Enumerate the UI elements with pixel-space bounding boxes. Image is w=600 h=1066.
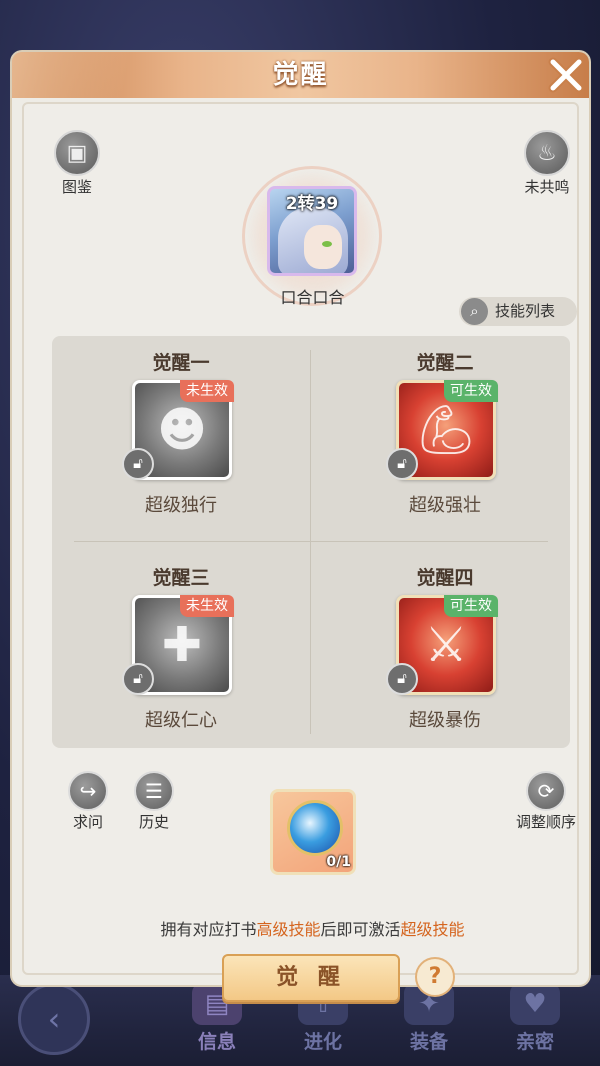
resonance-button[interactable]: ♨ 未共鸣	[512, 130, 582, 197]
codex-label: 图鉴	[61, 178, 92, 196]
activation-hint: 拥有对应打书高级技能后即可激活超级技能	[160, 920, 465, 939]
tab-intimacy-label: 亲密	[515, 1031, 554, 1053]
codex-button[interactable]: ▣ 图鉴	[42, 130, 112, 197]
slot-title: 觉醒一	[152, 352, 210, 374]
slot-title: 觉醒三	[152, 567, 210, 589]
tab-evolve-label: 进化	[303, 1031, 342, 1053]
heart-icon: ♥	[510, 983, 560, 1025]
tab-intimacy: ♥ 亲密	[490, 983, 580, 1063]
skill-name: 超级强壮	[409, 495, 481, 516]
skill-list-button[interactable]: ⌕ 技能列表	[459, 297, 577, 326]
modal-header: 觉醒	[12, 52, 589, 98]
reorder-label: 调整顺序	[515, 813, 576, 831]
close-icon	[548, 57, 584, 93]
refresh-icon: ⟳	[526, 771, 566, 811]
awaken-modal: 觉醒 ▣ 图鉴 ♨ 未共鸣 2转39 口合口合 ⌕ 技能列表 觉醒一 ☻ 未生效…	[12, 52, 589, 1002]
share-arrow-icon: ↪	[68, 771, 108, 811]
awaken-slot-2: 觉醒二 💪︎ 可生效 🔓︎ 超级强壮	[320, 336, 570, 536]
status-badge: 未生效	[180, 380, 234, 402]
skill-list-label: 技能列表	[495, 302, 556, 320]
awaken-slot-4: 觉醒四 ⚔ 可生效 🔓︎ 超级暴伤	[320, 551, 570, 751]
unlock-icon: 🔓︎	[122, 663, 154, 695]
back-arrow-icon: ‹	[18, 983, 90, 1055]
list-icon: ☰	[134, 771, 174, 811]
awaken-slot-1: 觉醒一 ☻ 未生效 🔓︎ 超级独行	[56, 336, 306, 536]
unlock-icon: 🔓︎	[386, 448, 418, 480]
tab-info-label: 信息	[197, 1031, 236, 1053]
hint-highlight-super: 超级技能	[400, 920, 465, 939]
modal-title: 觉醒	[272, 60, 329, 90]
help-button[interactable]: ?	[415, 957, 455, 997]
awaken-material-item[interactable]: 0/1	[270, 789, 356, 875]
status-badge: 未生效	[180, 595, 234, 617]
flame-icon: ♨	[524, 130, 570, 176]
unlock-icon: 🔓︎	[122, 448, 154, 480]
book-icon: ▣	[54, 130, 100, 176]
awaken-button[interactable]: 觉 醒	[222, 954, 400, 1002]
status-badge: 可生效	[444, 595, 498, 617]
skill-name: 超级暴伤	[409, 710, 481, 731]
awaken-skills-grid: 觉醒一 ☻ 未生效 🔓︎ 超级独行 觉醒二 💪︎ 可生效 🔓︎ 超级强壮 觉醒三…	[52, 336, 570, 748]
search-icon: ⌕	[461, 298, 488, 325]
awaken-slot-3: 觉醒三 ✚ 未生效 🔓︎ 超级仁心	[56, 551, 306, 751]
slot-title: 觉醒二	[416, 352, 474, 374]
item-count: 0/1	[326, 854, 351, 870]
tab-equipment-label: 装备	[409, 1031, 448, 1053]
skill-name: 超级仁心	[145, 710, 217, 731]
resonance-label: 未共鸣	[524, 178, 570, 196]
ask-button[interactable]: ↪ 求问	[58, 771, 118, 832]
history-button[interactable]: ☰ 历史	[124, 771, 184, 832]
status-badge: 可生效	[444, 380, 498, 402]
reorder-button[interactable]: ⟳ 调整顺序	[506, 771, 586, 832]
ask-label: 求问	[72, 813, 103, 831]
slot-title: 觉醒四	[416, 567, 474, 589]
close-button[interactable]	[544, 54, 588, 96]
history-label: 历史	[138, 813, 169, 831]
skill-name: 超级独行	[145, 495, 217, 516]
pet-portrait[interactable]: 2转39	[267, 186, 357, 276]
modal-body: ▣ 图鉴 ♨ 未共鸣 2转39 口合口合 ⌕ 技能列表 觉醒一 ☻ 未生效 🔓︎…	[22, 102, 582, 1002]
pet-level-badge: 2转39	[285, 194, 339, 214]
hint-highlight-advanced: 高级技能	[256, 920, 321, 939]
unlock-icon: 🔓︎	[386, 663, 418, 695]
orb-icon	[287, 800, 343, 856]
